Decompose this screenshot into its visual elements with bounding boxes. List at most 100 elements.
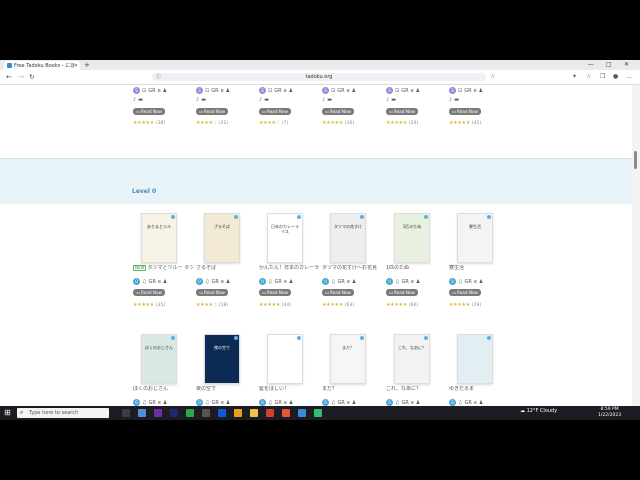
book-icon: ▭ <box>389 290 393 295</box>
site-info-icon[interactable]: ⓘ <box>156 73 161 81</box>
stars: ★★★★★ <box>133 120 154 126</box>
read-now-button[interactable]: ▭Read Now <box>196 108 228 115</box>
audio-icon: ♫ <box>205 399 210 406</box>
read-now-button[interactable]: ▭Read Now <box>449 289 481 296</box>
minimize-button[interactable]: — <box>588 60 594 70</box>
browser-tab[interactable]: Free Tadoku Books - にほんごたどく ✕ <box>4 61 80 70</box>
book-cover[interactable]: ぼくのおじさん <box>141 334 177 384</box>
read-now-button[interactable]: ▭Read Now <box>449 108 481 115</box>
english-icon: e <box>157 87 161 94</box>
taskbar-search[interactable]: ⌕ Type here to search <box>17 408 109 418</box>
taskbar-app-icon[interactable] <box>250 409 258 417</box>
person-icon: ♟ <box>478 87 484 94</box>
taskbar-app-icon[interactable] <box>138 409 146 417</box>
level-dot-icon <box>234 215 238 219</box>
more-menu-icon[interactable]: … <box>626 73 632 81</box>
book-title[interactable]: ゆきだるま <box>449 386 509 392</box>
read-now-button[interactable]: ▭Read Now <box>386 108 418 115</box>
taskbar-app-icon[interactable] <box>266 409 274 417</box>
book-title[interactable]: かんたん！日本のカレーライス <box>259 265 319 271</box>
url-text: tadoku.org <box>305 74 333 80</box>
taskbar-app-icon[interactable] <box>170 409 178 417</box>
cover-text: 1匹のたぬ <box>402 224 422 229</box>
read-now-button[interactable]: ▭Read Now <box>133 289 165 296</box>
book-cover[interactable] <box>457 334 493 384</box>
scrollbar-thumb[interactable] <box>634 151 637 169</box>
level-icons: S ⊡ GR e ♟ <box>386 87 420 94</box>
read-now-button[interactable]: ▭Read Now <box>386 289 418 296</box>
url-field[interactable]: ⓘ tadoku.org <box>152 73 486 81</box>
book-cover[interactable]: ありまとツル <box>141 213 177 263</box>
taskbar-app-icon[interactable] <box>298 409 306 417</box>
scrollbar[interactable] <box>632 85 640 420</box>
windows-start-icon[interactable]: ⊞ <box>4 409 11 417</box>
book-title[interactable]: 夜の空で <box>196 386 256 392</box>
read-now-button[interactable]: ▭Read Now <box>259 289 291 296</box>
taskbar-app-icon[interactable] <box>122 409 130 417</box>
star-rating: ★★★★★ (29) <box>449 302 481 308</box>
book-title[interactable]: 1匹のたぬ <box>386 265 446 271</box>
weather-text[interactable]: 12°F Cloudy <box>527 408 558 414</box>
level-badge-icon: 0 <box>133 278 140 285</box>
video-icon: ▬ <box>138 97 143 103</box>
extensions-icon[interactable]: ✦ <box>572 73 577 81</box>
taskbar-app-icon[interactable] <box>314 409 322 417</box>
read-now-button[interactable]: ▭Read Now <box>133 108 165 115</box>
book-title[interactable]: これ、なあに？ <box>386 386 446 392</box>
read-now-button[interactable]: ▭Read Now <box>196 289 228 296</box>
audio-icon: ♫ <box>268 278 273 285</box>
english-icon: e <box>346 278 350 285</box>
book-cover[interactable]: まだ？ <box>330 334 366 384</box>
person-icon: ♟ <box>351 87 357 94</box>
taskbar-app-icon[interactable] <box>234 409 242 417</box>
maximize-button[interactable]: □ <box>606 60 612 70</box>
book-title[interactable]: ざるそば <box>196 265 256 271</box>
close-window-button[interactable]: ✕ <box>624 60 629 70</box>
clock[interactable]: 8:59 PM 1/22/2023 <box>598 407 621 419</box>
taskbar-app-icon[interactable] <box>218 409 226 417</box>
level-dot-icon <box>487 336 491 340</box>
book-cover[interactable]: 寮生活 <box>457 213 493 263</box>
close-tab-icon[interactable]: ✕ <box>74 63 78 69</box>
clock-date: 1/22/2023 <box>598 413 622 418</box>
book-title[interactable]: ぼくのおじさん <box>133 386 193 392</box>
book-title[interactable]: 寮生活 <box>449 265 509 271</box>
book-title[interactable]: NEWタツマとツルー タツマ家族より <box>133 265 193 271</box>
book-cover[interactable]: 夜の空で <box>204 334 240 384</box>
taskbar-app-icon[interactable] <box>202 409 210 417</box>
read-now-button[interactable]: ▭Read Now <box>322 108 354 115</box>
stars: ★★★★☆ <box>259 120 280 126</box>
favorites-icon[interactable]: ☆ <box>586 73 591 81</box>
reload-icon[interactable]: ↻ <box>29 72 35 82</box>
level-dot-icon <box>171 336 175 340</box>
book-title-text: タツマの花すけ〜お花見 <box>322 265 378 271</box>
rating-count: (35) <box>155 303 166 308</box>
cover-image <box>395 335 429 383</box>
book-cover[interactable]: ざるそば <box>204 213 240 263</box>
book-title[interactable]: タツマの花すけ〜お花見 <box>322 265 382 271</box>
forward-icon[interactable]: → <box>18 72 24 82</box>
taskbar-app-icon[interactable] <box>154 409 162 417</box>
book-cover[interactable]: 日本のカレーライス <box>267 213 303 263</box>
music-icon: ♪ <box>386 97 390 103</box>
book-cover[interactable]: 1匹のたぬ <box>394 213 430 263</box>
new-tab-button[interactable]: + <box>84 61 90 69</box>
book-cover[interactable]: これ、なあに？ <box>394 334 430 384</box>
bookmark-star-icon[interactable]: ☆ <box>490 73 495 81</box>
level-badge-icon: S <box>259 87 266 94</box>
taskbar-app-icon[interactable] <box>186 409 194 417</box>
back-icon[interactable]: ← <box>6 72 12 82</box>
book-cover[interactable] <box>267 334 303 384</box>
profile-icon[interactable]: ● <box>613 73 618 81</box>
taskbar-app-icon[interactable] <box>282 409 290 417</box>
weather-icon[interactable]: ☁ <box>520 408 525 414</box>
book-title[interactable]: まだ？ <box>322 386 382 392</box>
collections-icon[interactable]: ❐ <box>600 73 605 81</box>
english-icon: e <box>473 399 477 406</box>
english-icon: e <box>346 87 350 94</box>
read-now-button[interactable]: ▭Read Now <box>259 108 291 115</box>
book-cover[interactable]: タツマの花すけ <box>330 213 366 263</box>
read-now-button[interactable]: ▭Read Now <box>322 289 354 296</box>
book-title[interactable]: 髪をほしい！ <box>259 386 319 392</box>
level-icons: 0 ♫ GR e ♟ <box>322 399 356 406</box>
